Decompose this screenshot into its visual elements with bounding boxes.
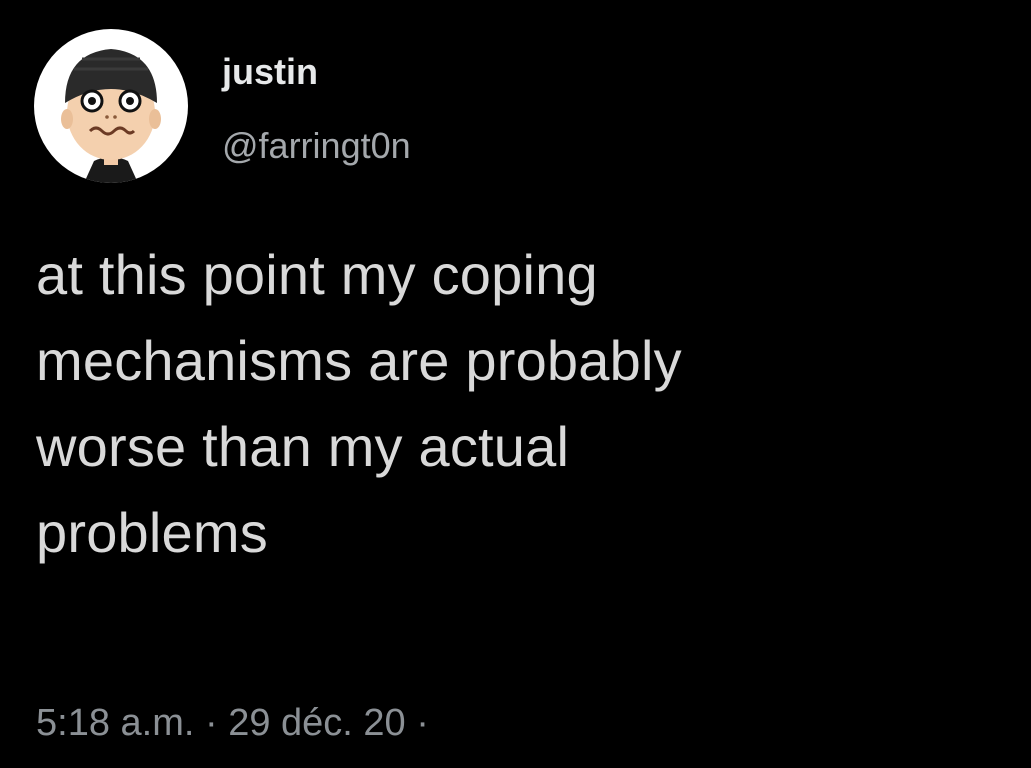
tweet-text-line: at this point my coping	[36, 243, 598, 306]
display-name[interactable]: justin	[222, 50, 318, 94]
mii-avatar-icon	[61, 49, 161, 183]
tweet-date[interactable]: 29 déc. 20	[228, 702, 405, 744]
separator-dot-trailing: ·	[416, 702, 429, 744]
tweet-text-line: mechanisms are probably	[36, 329, 682, 392]
user-handle[interactable]: @farringt0n	[222, 124, 411, 168]
tweet-text: at this point my coping mechanisms are p…	[36, 232, 936, 576]
tweet-text-line: problems	[36, 501, 268, 564]
separator-dot: ·	[204, 702, 218, 744]
tweet-card: justin @farringt0n at this point my copi…	[0, 0, 1031, 768]
tweet-text-line: worse than my actual	[36, 415, 570, 478]
tweet-time[interactable]: 5:18 a.m.	[36, 702, 194, 744]
tweet-timestamp: 5:18 a.m. · 29 déc. 20 ·	[36, 700, 429, 746]
avatar[interactable]	[34, 29, 188, 183]
